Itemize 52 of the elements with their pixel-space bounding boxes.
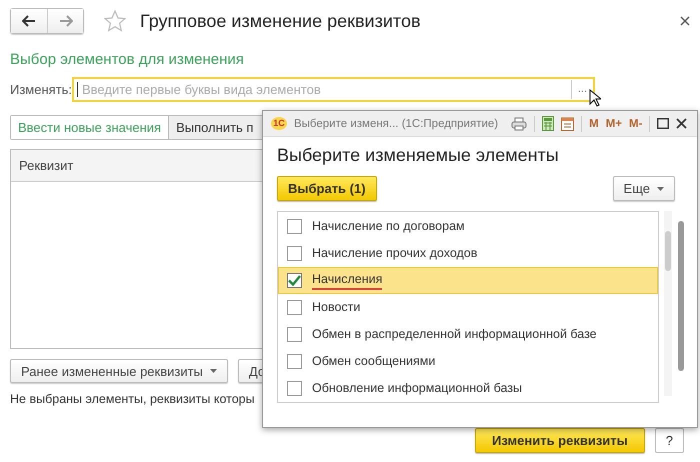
inner-scrollbar[interactable] — [664, 211, 672, 396]
right-arrow-icon — [58, 15, 72, 27]
checkbox[interactable] — [287, 219, 302, 234]
item-label: Обмен в распределенной информационной базе — [312, 326, 597, 342]
item-label: Начисление прочих доходов — [312, 246, 478, 262]
left-arrow-icon — [22, 15, 36, 27]
printer-icon[interactable] — [511, 116, 528, 130]
list-item[interactable]: Новости — [278, 294, 658, 321]
checkbox[interactable] — [287, 300, 302, 315]
item-label: Начисления — [312, 272, 382, 290]
app-logo: 1С — [271, 117, 287, 130]
close-icon[interactable] — [676, 118, 688, 129]
list-item[interactable]: Начисления — [278, 267, 658, 294]
maximize-icon[interactable] — [657, 118, 670, 129]
action-button[interactable]: Ранее измененные реквизиты — [10, 359, 228, 383]
item-label: Обмен сообщениями — [312, 354, 436, 370]
list-item[interactable]: Начисление по договорам — [278, 213, 658, 240]
caret-icon — [210, 369, 217, 373]
dialog-heading: Выберите изменяемые элементы — [277, 145, 560, 166]
footer-button[interactable]: ? — [654, 428, 684, 453]
checkbox[interactable] — [287, 327, 302, 342]
calendar-icon[interactable] — [561, 116, 574, 131]
status-text: Не выбраны элементы, реквизиты которы — [10, 392, 255, 406]
back-button[interactable] — [11, 9, 47, 33]
checkbox[interactable] — [287, 273, 302, 288]
list-item[interactable]: Обмен в распределенной информационной базе — [278, 321, 658, 348]
more-button[interactable]: Еще — [612, 176, 675, 201]
dialog-title: Выберите изменя... (1С:Предприятие) — [294, 118, 498, 130]
calculator-icon[interactable] — [542, 116, 554, 131]
list-item[interactable]: Обмен сообщениями — [278, 348, 658, 375]
window-title: Групповое изменение реквизитов — [140, 10, 421, 32]
caret-icon — [657, 186, 664, 190]
section-title: Выбор элементов для изменения — [10, 51, 245, 68]
field-label: Изменять: — [10, 82, 72, 96]
item-label: Новости — [312, 300, 360, 316]
checkbox[interactable] — [287, 246, 302, 261]
close-icon[interactable] — [680, 16, 690, 26]
footer-button[interactable]: Изменить реквизиты — [475, 428, 645, 453]
select-button[interactable]: Выбрать (1) — [277, 176, 377, 201]
memory-button[interactable]: M — [589, 118, 599, 130]
star-icon[interactable] — [104, 10, 126, 32]
cursor-icon — [589, 89, 601, 107]
list-item[interactable]: Начисление прочих доходов — [278, 240, 658, 267]
item-label: Начисление по договорам — [312, 218, 465, 234]
checkbox[interactable] — [287, 381, 302, 396]
column-header: Реквизит — [19, 158, 74, 173]
element-type-field[interactable]: Введите первые буквы вида элементов ... — [72, 76, 595, 102]
memory-button[interactable]: M- — [629, 118, 642, 130]
checkbox[interactable] — [287, 354, 302, 369]
list-item[interactable]: Обновление информационной базы — [278, 375, 658, 402]
item-label: Обновление информационной базы — [312, 380, 522, 396]
memory-button[interactable]: M+ — [606, 118, 622, 130]
